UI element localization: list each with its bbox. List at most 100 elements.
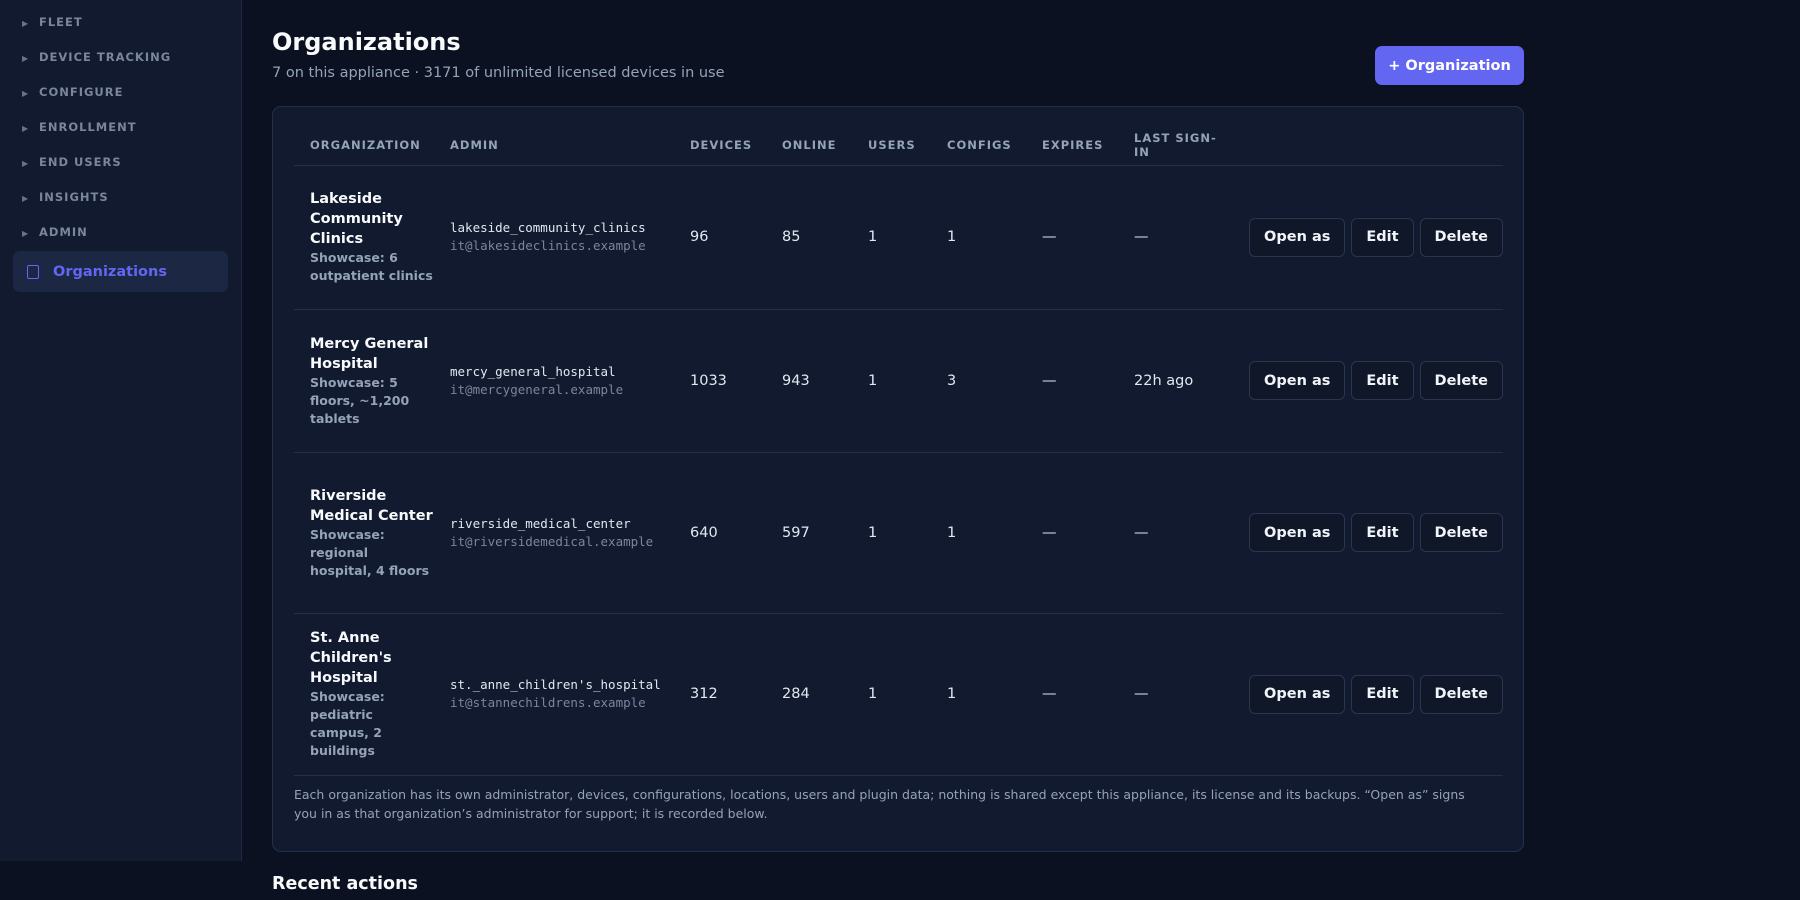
column-header-users[interactable]: USERS xyxy=(852,125,931,166)
delete-button[interactable]: Delete xyxy=(1419,674,1503,714)
row-actions: Open as Edit Delete xyxy=(1247,674,1503,714)
open-as-button[interactable]: Open as xyxy=(1249,674,1346,714)
admin-cell: st._anne_children's_hospital it@stannech… xyxy=(434,613,674,776)
org-cell: St. Anne Children's Hospital Showcase: p… xyxy=(294,613,434,776)
org-cell: Lakeside Community Clinics Showcase: 6 o… xyxy=(294,165,434,310)
edit-button[interactable]: Edit xyxy=(1351,674,1414,714)
last-sign-in-cell: — xyxy=(1118,165,1231,310)
admin-email: it@stannechildrens.example xyxy=(450,695,646,710)
expires-cell: — xyxy=(1026,309,1118,453)
column-header-expires[interactable]: EXPIRES xyxy=(1026,125,1118,166)
last-sign-in-cell: 22h ago xyxy=(1118,309,1231,453)
online-cell: 943 xyxy=(766,309,852,453)
online-cell: 85 xyxy=(766,165,852,310)
org-description: Showcase: 5 floors, ~1,200 tablets xyxy=(310,374,410,426)
nav-group-label: DEVICE TRACKING xyxy=(39,49,172,64)
delete-button[interactable]: Delete xyxy=(1419,217,1503,257)
org-name: St. Anne Children's Hospital xyxy=(310,630,392,686)
column-header-configs[interactable]: CONFIGS xyxy=(931,125,1026,166)
nav-group-label: ADMIN xyxy=(39,224,88,239)
page-title: Organizations xyxy=(272,28,461,56)
org-name: Lakeside Community Clinics xyxy=(310,191,403,247)
configs-cell: 1 xyxy=(931,613,1026,776)
open-as-button[interactable]: Open as xyxy=(1249,361,1346,400)
expires-cell: — xyxy=(1026,452,1118,614)
last-sign-in-cell: — xyxy=(1118,452,1231,614)
org-description: Showcase: pediatric campus, 2 buildings xyxy=(310,689,385,758)
table-row: Mercy General Hospital Showcase: 5 floor… xyxy=(294,309,1503,453)
devices-cell: 312 xyxy=(674,613,766,776)
page-subtitle: 7 on this appliance · 3171 of unlimited … xyxy=(272,65,725,81)
devices-cell: 640 xyxy=(674,452,766,614)
actions-cell: Open as Edit Delete xyxy=(1231,452,1503,614)
delete-button[interactable]: Delete xyxy=(1419,361,1503,400)
users-cell: 1 xyxy=(852,452,931,614)
sidebar-item-label: Organizations xyxy=(53,263,167,280)
edit-button[interactable]: Edit xyxy=(1351,361,1414,400)
devices-cell: 96 xyxy=(674,165,766,310)
admin-username: lakeside_community_clinics xyxy=(450,220,646,235)
building-icon xyxy=(27,264,39,279)
caret-right-icon: ▶ xyxy=(22,229,29,238)
open-as-button[interactable]: Open as xyxy=(1249,513,1346,552)
nav-group-label: CONFIGURE xyxy=(39,84,124,99)
devices-cell: 1033 xyxy=(674,309,766,453)
caret-right-icon: ▶ xyxy=(22,89,29,98)
online-cell: 284 xyxy=(766,613,852,776)
nav-group-admin[interactable]: ▶ ADMIN xyxy=(0,214,241,249)
admin-username: st._anne_children's_hospital xyxy=(450,677,661,692)
configs-cell: 1 xyxy=(931,165,1026,310)
caret-right-icon: ▶ xyxy=(22,124,29,133)
organizations-note: Each organization has its own administra… xyxy=(294,787,1465,821)
caret-right-icon: ▶ xyxy=(22,19,29,28)
caret-right-icon: ▶ xyxy=(22,159,29,168)
users-cell: 1 xyxy=(852,309,931,453)
table-row: Riverside Medical Center Showcase: regio… xyxy=(294,452,1503,614)
nav-group-label: INSIGHTS xyxy=(39,189,109,204)
nav-group-enrollment[interactable]: ▶ ENROLLMENT xyxy=(0,109,241,144)
open-as-button[interactable]: Open as xyxy=(1249,217,1346,257)
organizations-table: ORGANIZATION ADMIN DEVICES ONLINE USERS … xyxy=(294,125,1503,776)
configs-cell: 3 xyxy=(931,309,1026,453)
row-actions: Open as Edit Delete xyxy=(1247,361,1503,400)
row-actions: Open as Edit Delete xyxy=(1247,513,1503,552)
column-header-admin[interactable]: ADMIN xyxy=(434,125,674,166)
admin-email: it@lakesideclinics.example xyxy=(450,238,646,253)
org-name: Mercy General Hospital xyxy=(310,335,429,372)
sidebar-item-organizations[interactable]: Organizations xyxy=(13,251,228,292)
delete-button[interactable]: Delete xyxy=(1419,513,1503,552)
org-name: Riverside Medical Center xyxy=(310,487,433,524)
actions-cell: Open as Edit Delete xyxy=(1231,613,1503,776)
column-header-organization[interactable]: ORGANIZATION xyxy=(294,125,434,166)
row-actions: Open as Edit Delete xyxy=(1247,217,1503,257)
org-description: Showcase: regional hospital, 4 floors xyxy=(310,526,430,578)
nav-group-end-users[interactable]: ▶ END USERS xyxy=(0,144,241,179)
users-cell: 1 xyxy=(852,613,931,776)
caret-right-icon: ▶ xyxy=(22,194,29,203)
actions-cell: Open as Edit Delete xyxy=(1231,165,1503,310)
online-cell: 597 xyxy=(766,452,852,614)
table-row: St. Anne Children's Hospital Showcase: p… xyxy=(294,613,1503,776)
nav-group-insights[interactable]: ▶ INSIGHTS xyxy=(0,179,241,214)
expires-cell: — xyxy=(1026,613,1118,776)
admin-username: mercy_general_hospital xyxy=(450,363,616,379)
admin-username: riverside_medical_center xyxy=(450,515,631,531)
add-organization-button[interactable]: + Organization xyxy=(1375,46,1524,85)
edit-button[interactable]: Edit xyxy=(1351,513,1414,552)
column-header-last-sign-in[interactable]: LAST SIGN-IN xyxy=(1118,125,1231,166)
nav-group-device-tracking[interactable]: ▶ DEVICE TRACKING xyxy=(0,39,241,74)
nav-group-fleet[interactable]: ▶ FLEET xyxy=(0,4,241,39)
nav-group-configure[interactable]: ▶ CONFIGURE xyxy=(0,74,241,109)
admin-cell: riverside_medical_center it@riversidemed… xyxy=(434,452,674,614)
org-cell: Mercy General Hospital Showcase: 5 floor… xyxy=(294,309,434,453)
edit-button[interactable]: Edit xyxy=(1351,217,1414,257)
column-header-online[interactable]: ONLINE xyxy=(766,125,852,166)
org-cell: Riverside Medical Center Showcase: regio… xyxy=(294,452,434,614)
nav-group-label: END USERS xyxy=(39,154,122,169)
column-header-devices[interactable]: DEVICES xyxy=(674,125,766,166)
nav-group-label: FLEET xyxy=(39,14,83,29)
users-cell: 1 xyxy=(852,165,931,310)
caret-right-icon: ▶ xyxy=(22,54,29,63)
admin-email: it@mercygeneral.example xyxy=(450,381,624,397)
recent-actions-heading: Recent actions xyxy=(272,874,418,894)
